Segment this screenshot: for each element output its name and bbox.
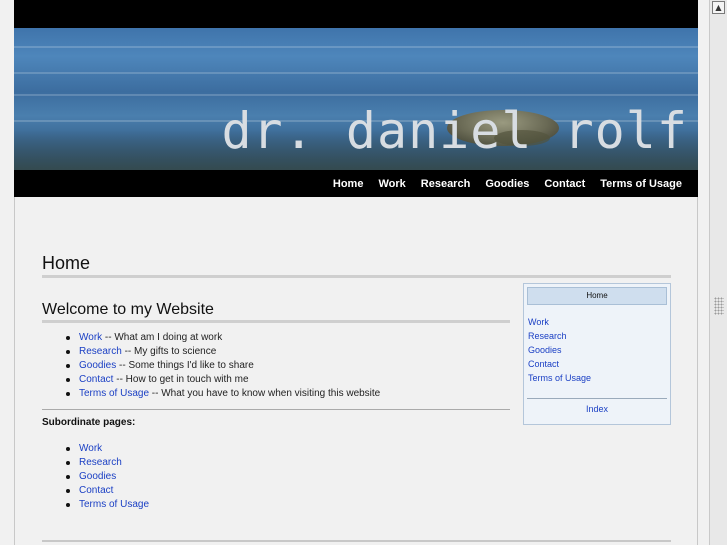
sidebox-index-link[interactable]: Index [524, 404, 670, 414]
welcome-link-contact[interactable]: Contact [79, 374, 113, 385]
list-item: Work [42, 442, 149, 456]
nav-contact[interactable]: Contact [544, 178, 585, 190]
list-item: Goodies [42, 470, 149, 484]
water-ripple [14, 94, 698, 96]
welcome-list: Work -- What am I doing at work Research… [42, 331, 380, 401]
list-item: Contact -- How to get in touch with me [42, 373, 380, 387]
list-item: Work -- What am I doing at work [42, 331, 380, 345]
section-title: Welcome to my Website [42, 301, 510, 323]
welcome-link-work[interactable]: Work [79, 332, 102, 343]
sidebox-links: Work Research Goodies Contact Terms of U… [528, 315, 591, 385]
nav-terms-of-usage[interactable]: Terms of Usage [600, 178, 682, 190]
footer-divider [42, 540, 671, 542]
subordinate-pages-heading: Subordinate pages: [42, 417, 136, 428]
sidebox-link-terms-of-usage[interactable]: Terms of Usage [528, 371, 591, 385]
subpage-link-work[interactable]: Work [79, 443, 102, 454]
subpage-link-research[interactable]: Research [79, 457, 122, 468]
page-title: Home [42, 253, 671, 278]
list-item: Research -- My gifts to science [42, 345, 380, 359]
main-content: Home Welcome to my Website Work -- What … [14, 197, 698, 545]
navigation-sidebox: Home Work Research Goodies Contact Terms… [523, 283, 671, 425]
welcome-link-terms-of-usage[interactable]: Terms of Usage [79, 388, 149, 399]
sidebox-link-research[interactable]: Research [528, 329, 591, 343]
nav-home[interactable]: Home [333, 178, 364, 190]
subpage-link-terms-of-usage[interactable]: Terms of Usage [79, 499, 149, 510]
nav-research[interactable]: Research [421, 178, 471, 190]
sidebox-link-work[interactable]: Work [528, 315, 591, 329]
scrollbar-grip-icon[interactable] [714, 297, 724, 315]
welcome-link-goodies[interactable]: Goodies [79, 360, 116, 371]
subpage-link-contact[interactable]: Contact [79, 485, 113, 496]
welcome-link-research[interactable]: Research [79, 346, 122, 357]
list-item-description: -- What you have to know when visiting t… [149, 388, 381, 399]
nav-work[interactable]: Work [378, 178, 405, 190]
site-title: dr. daniel rolf [221, 102, 688, 160]
water-ripple [14, 72, 698, 74]
section-divider [42, 409, 510, 410]
main-navigation: Home Work Research Goodies Contact Terms… [14, 170, 698, 197]
list-item-description: -- My gifts to science [121, 346, 217, 357]
sidebox-heading: Home [527, 287, 667, 305]
nav-goodies[interactable]: Goodies [485, 178, 529, 190]
list-item: Research [42, 456, 149, 470]
list-item-description: -- What am I doing at work [102, 332, 223, 343]
header-banner: dr. daniel rolf [14, 28, 698, 170]
list-item: Terms of Usage -- What you have to know … [42, 387, 380, 401]
sidebox-link-contact[interactable]: Contact [528, 357, 591, 371]
list-item: Terms of Usage [42, 498, 149, 512]
subpage-link-goodies[interactable]: Goodies [79, 471, 116, 482]
list-item-description: -- How to get in touch with me [113, 374, 249, 385]
list-item: Goodies -- Some things I'd like to share [42, 359, 380, 373]
triangle-up-icon[interactable]: ▲ [712, 1, 725, 14]
top-black-bar [14, 0, 698, 28]
sidebox-link-goodies[interactable]: Goodies [528, 343, 591, 357]
water-ripple [14, 46, 698, 48]
vertical-scrollbar[interactable]: ▲ [709, 0, 727, 545]
list-item: Contact [42, 484, 149, 498]
subordinate-pages-list: Work Research Goodies Contact Terms of U… [42, 442, 149, 512]
list-item-description: -- Some things I'd like to share [116, 360, 254, 371]
sidebox-divider [527, 398, 667, 399]
